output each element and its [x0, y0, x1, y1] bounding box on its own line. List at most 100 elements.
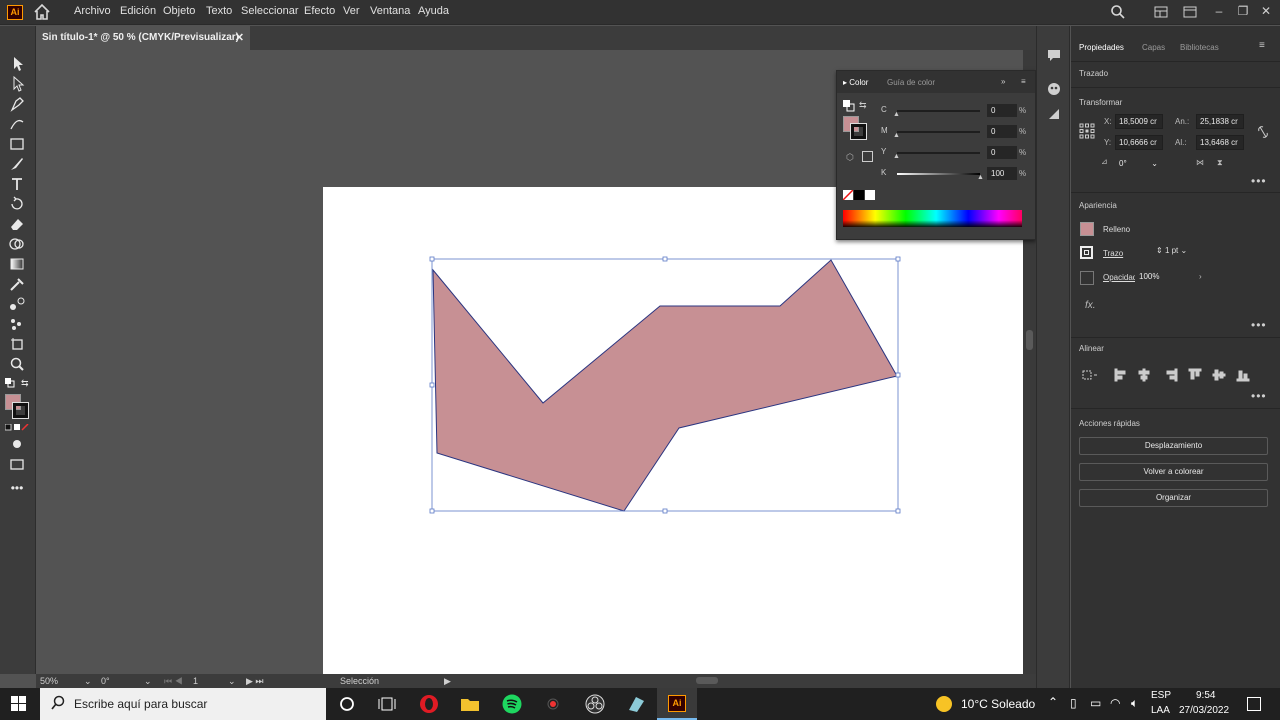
- tab-propiedades[interactable]: Propiedades: [1079, 43, 1124, 52]
- illustrator-taskbar-icon: Ai: [668, 695, 686, 712]
- fill-color-swatch[interactable]: [1080, 222, 1094, 236]
- cyan-slider[interactable]: [897, 110, 980, 112]
- status-menu-icon[interactable]: ▶: [444, 676, 451, 687]
- vertical-scroll-thumb[interactable]: [1026, 330, 1033, 350]
- opacity-label[interactable]: Opacidad: [1103, 273, 1137, 282]
- cyan-value[interactable]: 0: [987, 104, 1017, 117]
- taskbar-search-placeholder: Escribe aquí para buscar: [74, 697, 208, 711]
- black-value[interactable]: 100: [987, 167, 1017, 180]
- horizontal-scroll-thumb[interactable]: [696, 677, 718, 684]
- tab-capas[interactable]: Capas: [1142, 43, 1165, 52]
- yellow-slider[interactable]: [897, 152, 980, 154]
- illustrator-taskbar-button[interactable]: Ai: [657, 688, 697, 720]
- black-swatch[interactable]: [854, 190, 864, 200]
- transform-more-options-icon[interactable]: •••: [1251, 174, 1267, 188]
- language-top[interactable]: ESP: [1151, 690, 1171, 701]
- recorder-app-icon[interactable]: [543, 694, 563, 714]
- panel-stroke-swatch[interactable]: [850, 123, 867, 140]
- height-input[interactable]: 13,6468 cr: [1196, 135, 1244, 150]
- notepad-app-icon[interactable]: [626, 694, 646, 714]
- selected-polygon-shape[interactable]: [432, 259, 898, 512]
- artboard-prev-icons[interactable]: ⏮ ◀: [164, 676, 183, 687]
- zoom-level[interactable]: 50%: [40, 676, 58, 686]
- black-slider[interactable]: [897, 173, 980, 175]
- color-panel: ▸ Color Guía de color » ≡ ⇆ ⬡ C ▲ 0 % M …: [836, 70, 1036, 240]
- rotate-angle-input[interactable]: 0° ⌄: [1115, 156, 1163, 171]
- cyan-unit: %: [1019, 106, 1027, 115]
- color-spectrum-bar[interactable]: [843, 210, 1022, 227]
- arrange-button[interactable]: Organizar: [1079, 489, 1268, 507]
- notifications-icon[interactable]: [1247, 697, 1261, 711]
- usb-icon[interactable]: ▯: [1070, 696, 1077, 710]
- obs-icon[interactable]: [585, 694, 605, 714]
- rotation-value[interactable]: 0°: [101, 676, 110, 686]
- artboard-next-icons[interactable]: ▶ ⏭: [246, 676, 264, 687]
- panel-menu-icon[interactable]: ≡: [1259, 40, 1265, 51]
- collapse-panel-icon[interactable]: »: [1001, 77, 1005, 86]
- clock-time[interactable]: 9:54: [1196, 690, 1215, 701]
- cortana-icon[interactable]: [337, 694, 357, 714]
- none-swatch[interactable]: [842, 189, 854, 201]
- weather-text[interactable]: 10°C Soleado: [961, 697, 1035, 711]
- default-fill-stroke-icon[interactable]: [843, 100, 855, 112]
- color-panel-icon[interactable]: [1046, 81, 1062, 97]
- constrain-proportions-icon[interactable]: [1257, 125, 1269, 139]
- magenta-slider[interactable]: [897, 131, 980, 133]
- file-explorer-icon[interactable]: [460, 694, 480, 714]
- align-more-options-icon[interactable]: •••: [1251, 389, 1267, 403]
- weather-sun-icon[interactable]: [936, 696, 952, 712]
- stroke-weight-stepper[interactable]: ⇕ 1 pt ⌄: [1156, 246, 1187, 255]
- x-input[interactable]: 18,5009 cr: [1115, 114, 1163, 129]
- rotate-angle-icon: ⊿: [1101, 157, 1108, 166]
- rotation-dropdown-icon[interactable]: ⌄: [144, 676, 152, 687]
- taskbar-search-box[interactable]: Escribe aquí para buscar: [40, 688, 326, 720]
- out-of-gamut-icon[interactable]: ⬡: [846, 152, 856, 162]
- reference-point-icon[interactable]: [1079, 123, 1095, 139]
- cyan-slider-thumb[interactable]: ▲: [893, 111, 900, 118]
- fx-effects-icon[interactable]: fx.: [1085, 300, 1096, 311]
- clock-date[interactable]: 27/03/2022: [1179, 705, 1229, 716]
- flip-vertical-icon[interactable]: ⧗: [1217, 158, 1223, 168]
- battery-icon[interactable]: ▭: [1090, 696, 1101, 710]
- magenta-value[interactable]: 0: [987, 125, 1017, 138]
- task-view-icon[interactable]: [377, 694, 397, 714]
- black-slider-thumb[interactable]: ▲: [977, 174, 984, 181]
- recolor-button[interactable]: Volver a colorear: [1079, 463, 1268, 481]
- offset-path-button[interactable]: Desplazamiento: [1079, 437, 1268, 455]
- spotify-icon[interactable]: [502, 694, 522, 714]
- comments-icon[interactable]: [1046, 47, 1062, 63]
- hidden-icons-chevron-icon[interactable]: ⌃: [1048, 695, 1058, 709]
- stroke-label[interactable]: Trazo: [1103, 249, 1123, 258]
- color-panel-tab-color[interactable]: ▸ Color: [843, 78, 868, 87]
- opera-icon[interactable]: [419, 694, 439, 714]
- yellow-slider-thumb[interactable]: ▲: [893, 153, 900, 160]
- network-icon[interactable]: ◠: [1110, 696, 1120, 710]
- yellow-value[interactable]: 0: [987, 146, 1017, 159]
- flip-horizontal-icon[interactable]: ⋈: [1196, 158, 1204, 167]
- color-panel-tab-guide[interactable]: Guía de color: [887, 78, 935, 87]
- quick-actions-title: Acciones rápidas: [1079, 419, 1140, 428]
- web-safe-icon[interactable]: [862, 151, 873, 162]
- swap-fill-stroke-icon[interactable]: ⇆: [859, 100, 871, 112]
- zoom-dropdown-icon[interactable]: ⌄: [84, 676, 92, 687]
- width-input[interactable]: 25,1838 cr: [1196, 114, 1244, 129]
- stroke-color-swatch[interactable]: [1080, 246, 1093, 259]
- current-tool-name: Selección: [340, 676, 380, 686]
- fill-label[interactable]: Relleno: [1103, 225, 1130, 234]
- volume-icon[interactable]: 🔈︎: [1131, 696, 1138, 711]
- appearance-more-options-icon[interactable]: •••: [1251, 318, 1267, 332]
- opacity-input[interactable]: 100%: [1135, 269, 1171, 284]
- language-bottom[interactable]: LAA: [1151, 705, 1170, 716]
- opacity-arrow-icon[interactable]: ›: [1199, 272, 1202, 281]
- tab-bibliotecas[interactable]: Bibliotecas: [1180, 43, 1219, 52]
- gradient-panel-icon[interactable]: [1046, 106, 1062, 122]
- y-input[interactable]: 10,6666 cr: [1115, 135, 1163, 150]
- panel-menu-icon[interactable]: ≡: [1021, 77, 1026, 86]
- white-swatch[interactable]: [865, 190, 875, 200]
- artboard-number[interactable]: 1: [193, 676, 198, 686]
- magenta-slider-thumb[interactable]: ▲: [893, 132, 900, 139]
- artboard-dropdown-icon[interactable]: ⌄: [228, 676, 236, 687]
- magenta-unit: %: [1019, 127, 1027, 136]
- cyan-label: C: [881, 105, 887, 114]
- windows-start-icon[interactable]: [11, 696, 27, 712]
